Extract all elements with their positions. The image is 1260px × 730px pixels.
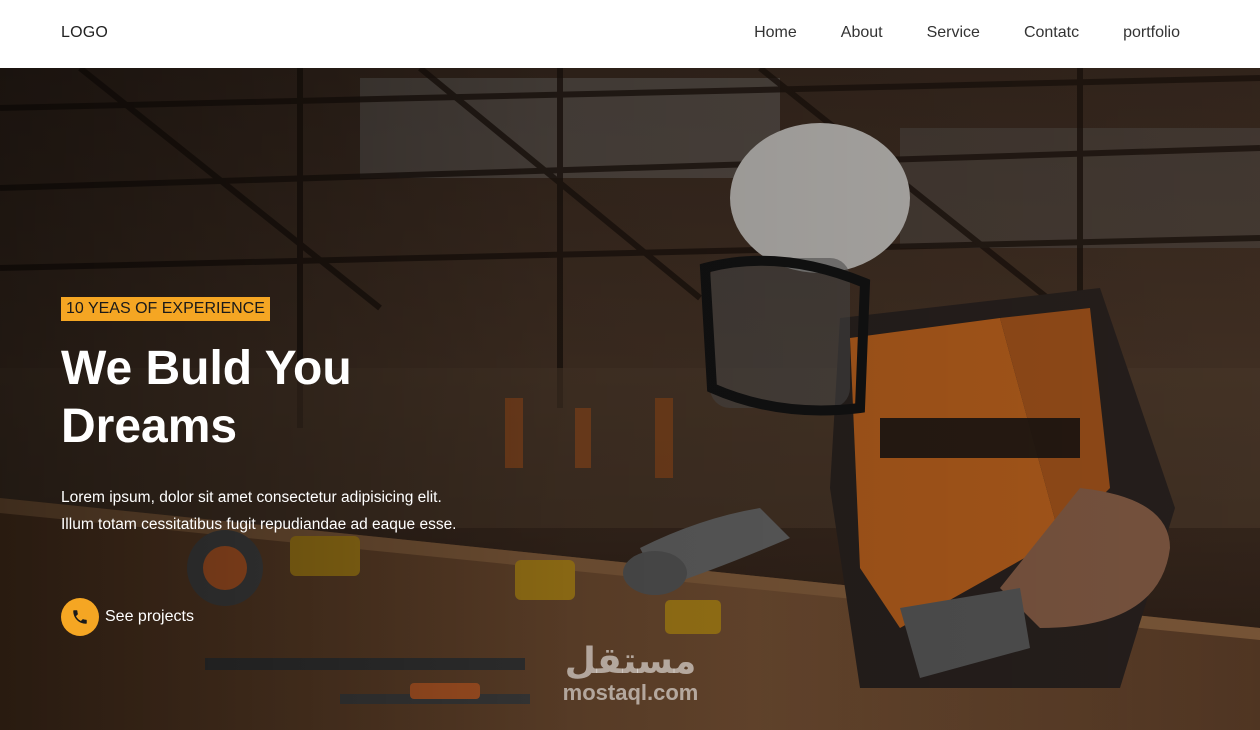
watermark-arabic: مستقل [564, 641, 697, 682]
nav-service[interactable]: Service [927, 24, 980, 42]
nav-about[interactable]: About [841, 24, 883, 42]
see-projects-button[interactable]: See projects [61, 598, 194, 636]
hero-section: 10 YEAS OF EXPERIENCE We Buld You Dreams… [0, 68, 1260, 730]
phone-icon [61, 598, 99, 636]
headline-line-1: We Buld You [61, 342, 352, 395]
main-nav: Home About Service Contatc portfolio [710, 24, 1180, 42]
nav-portfolio[interactable]: portfolio [1123, 24, 1180, 42]
headline-line-2: Dreams [61, 400, 238, 453]
experience-badge: 10 YEAS OF EXPERIENCE [61, 297, 270, 321]
site-logo[interactable]: LOGO [61, 24, 108, 42]
mostaql-watermark: مستقل mostaql.com [553, 642, 708, 704]
hero-headline: We Buld You Dreams [61, 340, 481, 456]
nav-home[interactable]: Home [754, 24, 797, 42]
nav-contact[interactable]: Contatc [1024, 24, 1079, 42]
site-header: LOGO Home About Service Contatc portfoli… [0, 0, 1260, 68]
see-projects-label: See projects [105, 608, 194, 625]
hero-description: Lorem ipsum, dolor sit amet consectetur … [61, 489, 457, 533]
watermark-latin: mostaql.com [562, 680, 699, 705]
